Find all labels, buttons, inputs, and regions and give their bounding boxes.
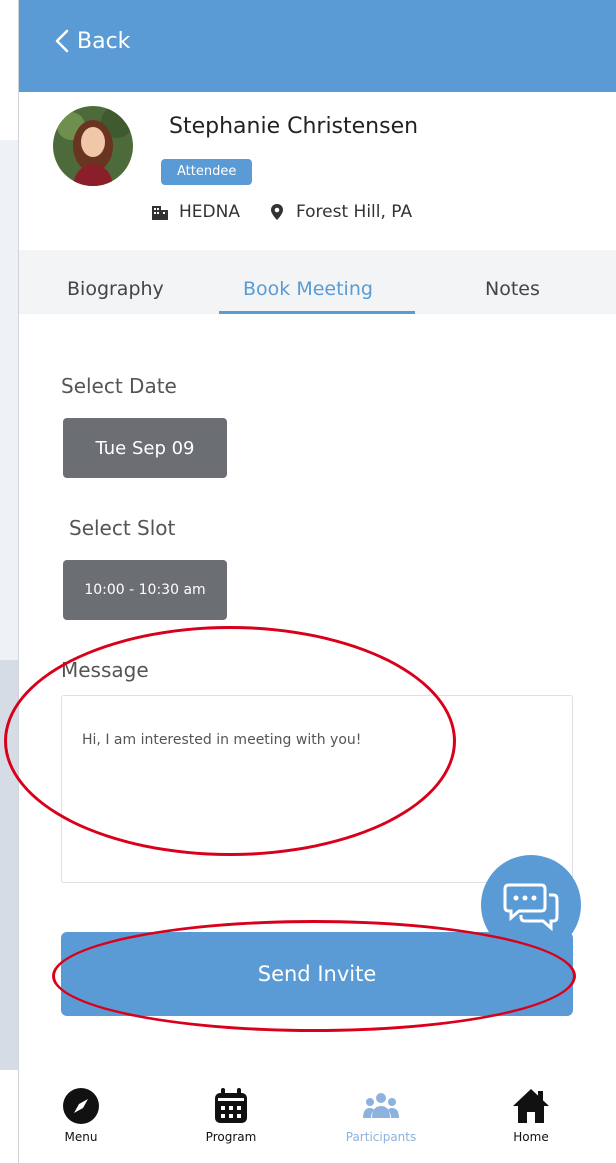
nav-home[interactable]: Home bbox=[481, 1086, 581, 1144]
select-slot-label: Select Slot bbox=[69, 516, 176, 540]
chevron-left-icon bbox=[55, 29, 69, 53]
date-option[interactable]: Tue Sep 09 bbox=[63, 418, 227, 478]
nav-menu[interactable]: Menu bbox=[31, 1086, 131, 1144]
profile-header: Stephanie Christensen Attendee HEDNA For… bbox=[19, 92, 616, 250]
nav-participants-label: Participants bbox=[345, 1130, 417, 1144]
nav-program[interactable]: Program bbox=[181, 1086, 281, 1144]
slot-option[interactable]: 10:00 - 10:30 am bbox=[63, 560, 227, 620]
active-tab-indicator bbox=[219, 311, 415, 314]
nav-program-label: Program bbox=[205, 1130, 257, 1144]
top-bar: Back bbox=[19, 0, 616, 92]
send-invite-button[interactable]: Send Invite bbox=[61, 932, 573, 1016]
home-icon bbox=[513, 1089, 549, 1123]
message-textarea[interactable]: Hi, I am interested in meeting with you! bbox=[61, 695, 573, 883]
back-label: Back bbox=[77, 28, 131, 54]
participant-meta: HEDNA Forest Hill, PA bbox=[151, 202, 440, 222]
location: Forest Hill, PA bbox=[268, 202, 412, 222]
compass-icon bbox=[63, 1088, 99, 1124]
nav-home-label: Home bbox=[513, 1130, 549, 1144]
location-name: Forest Hill, PA bbox=[295, 202, 413, 222]
tab-notes[interactable]: Notes bbox=[485, 278, 540, 300]
location-pin-icon bbox=[270, 204, 283, 220]
tab-book-meeting[interactable]: Book Meeting bbox=[243, 278, 373, 300]
people-icon bbox=[363, 1093, 399, 1118]
message-label: Message bbox=[61, 658, 149, 682]
organization-name: HEDNA bbox=[179, 202, 240, 222]
participant-name: Stephanie Christensen bbox=[169, 114, 419, 139]
tab-bar: Biography Book Meeting Notes bbox=[19, 250, 616, 314]
bottom-nav: Menu Program Participants Home bbox=[19, 1068, 616, 1163]
chat-button[interactable] bbox=[481, 855, 581, 955]
nav-participants[interactable]: Participants bbox=[331, 1086, 431, 1144]
organization: HEDNA bbox=[151, 202, 240, 222]
chat-bubbles-icon bbox=[503, 883, 559, 932]
back-button[interactable]: Back bbox=[53, 28, 130, 54]
select-date-label: Select Date bbox=[61, 374, 177, 398]
background-panel bbox=[0, 660, 18, 1070]
role-badge: Attendee bbox=[161, 159, 253, 185]
message-text: Hi, I am interested in meeting with you! bbox=[82, 732, 362, 748]
building-icon bbox=[152, 206, 168, 220]
avatar bbox=[53, 106, 133, 186]
tab-biography[interactable]: Biography bbox=[67, 278, 164, 300]
app-screen: Back Stephanie Christensen Attendee HEDN… bbox=[18, 0, 616, 1163]
calendar-icon bbox=[215, 1088, 247, 1123]
background-panel bbox=[0, 140, 18, 660]
nav-menu-label: Menu bbox=[64, 1130, 98, 1144]
